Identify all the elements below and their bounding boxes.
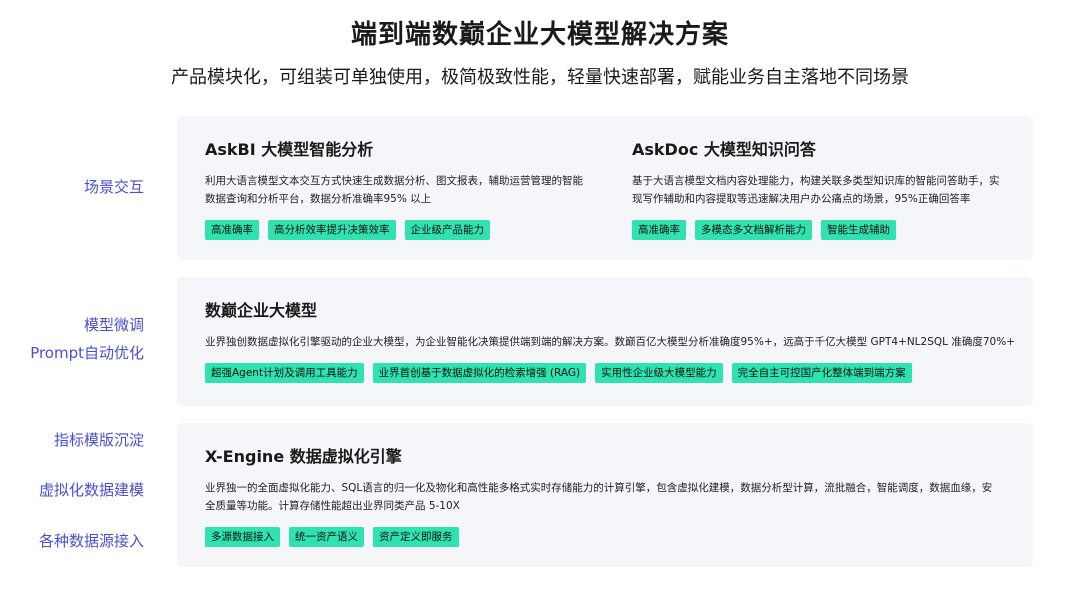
askdoc-tag: 高准确率 [632,220,686,240]
side-label-model-tune: 模型微调 [83,316,144,334]
llm-title: 数巅企业大模型 [205,301,318,320]
side-label-virtual-model: 虚拟化数据建模 [38,481,144,499]
side-label-metric: 指标模版沉淀 [53,431,144,449]
llm-tag: 完全自主可控国产化整体端到端方案 [731,363,912,383]
askdoc-tag: 多模态多文档解析能力 [695,220,812,240]
askdoc-desc: 基于大语言模型文档内容处理能力，构建关联多类型知识库的智能问答助手，实现写作辅助… [632,175,1000,205]
page-subtitle: 产品模块化，可组装可单独使用，极简极致性能，轻量快速部署，赋能业务自主落地不同场… [171,67,909,88]
askbi-title: AskBI 大模型智能分析 [205,140,374,159]
askbi-section: AskBI 大模型智能分析 利用大语言模型文本交互方式快速生成数据分析、图文报表… [205,136,585,240]
xengine-tag: 多源数据接入 [205,527,280,547]
askdoc-tags: 高准确率 多模态多文档解析能力 智能生成辅助 [632,220,1007,240]
xengine-title: X-Engine 数据虚拟化引擎 [205,447,402,466]
llm-tag: 超强Agent计划及调用工具能力 [205,363,364,383]
askbi-tags: 高准确率 高分析效率提升决策效率 企业级产品能力 [205,220,585,240]
askbi-tag: 高准确率 [205,220,259,240]
llm-card: 数巅企业大模型 业界独创数据虚拟化引擎驱动的企业大模型，为企业智能化决策提供端到… [177,277,1033,406]
xengine-tag: 统一资产语义 [289,527,364,547]
xengine-tags: 多源数据接入 统一资产语义 资产定义即服务 [205,527,995,547]
llm-tag: 实用性企业级大模型能力 [595,363,723,383]
askbi-desc: 利用大语言模型文本交互方式快速生成数据分析、图文报表，辅助运营管理的智能数据查询… [205,175,583,205]
askbi-tag: 高分析效率提升决策效率 [268,220,396,240]
scene-card: AskBI 大模型智能分析 利用大语言模型文本交互方式快速生成数据分析、图文报表… [177,116,1033,260]
side-label-prompt: Prompt自动优化 [30,344,144,362]
askdoc-title: AskDoc 大模型知识问答 [632,140,816,159]
xengine-desc: 业界独一的全面虚拟化能力、SQL语言的归一化及物化和高性能多格式实时存储能力的计… [205,482,993,512]
askbi-tag: 企业级产品能力 [404,220,490,240]
llm-desc: 业界独创数据虚拟化引擎驱动的企业大模型，为企业智能化决策提供端到端的解决方案。数… [205,336,1015,348]
askdoc-section: AskDoc 大模型知识问答 基于大语言模型文档内容处理能力，构建关联多类型知识… [632,136,1007,240]
xengine-section: X-Engine 数据虚拟化引擎 业界独一的全面虚拟化能力、SQL语言的归一化及… [205,443,995,547]
llm-section: 数巅企业大模型 业界独创数据虚拟化引擎驱动的企业大模型，为企业智能化决策提供端到… [205,297,1015,383]
xengine-tag: 资产定义即服务 [373,527,459,547]
side-label-scene: 场景交互 [83,178,144,196]
xengine-card: X-Engine 数据虚拟化引擎 业界独一的全面虚拟化能力、SQL语言的归一化及… [177,423,1033,567]
llm-tags: 超强Agent计划及调用工具能力 业界首创基于数据虚拟化的检索增强 (RAG) … [205,363,1015,383]
side-label-datasource: 各种数据源接入 [38,532,144,550]
llm-tag: 业界首创基于数据虚拟化的检索增强 (RAG) [372,363,587,383]
askdoc-tag: 智能生成辅助 [821,220,896,240]
page-title: 端到端数巅企业大模型解决方案 [350,20,729,50]
